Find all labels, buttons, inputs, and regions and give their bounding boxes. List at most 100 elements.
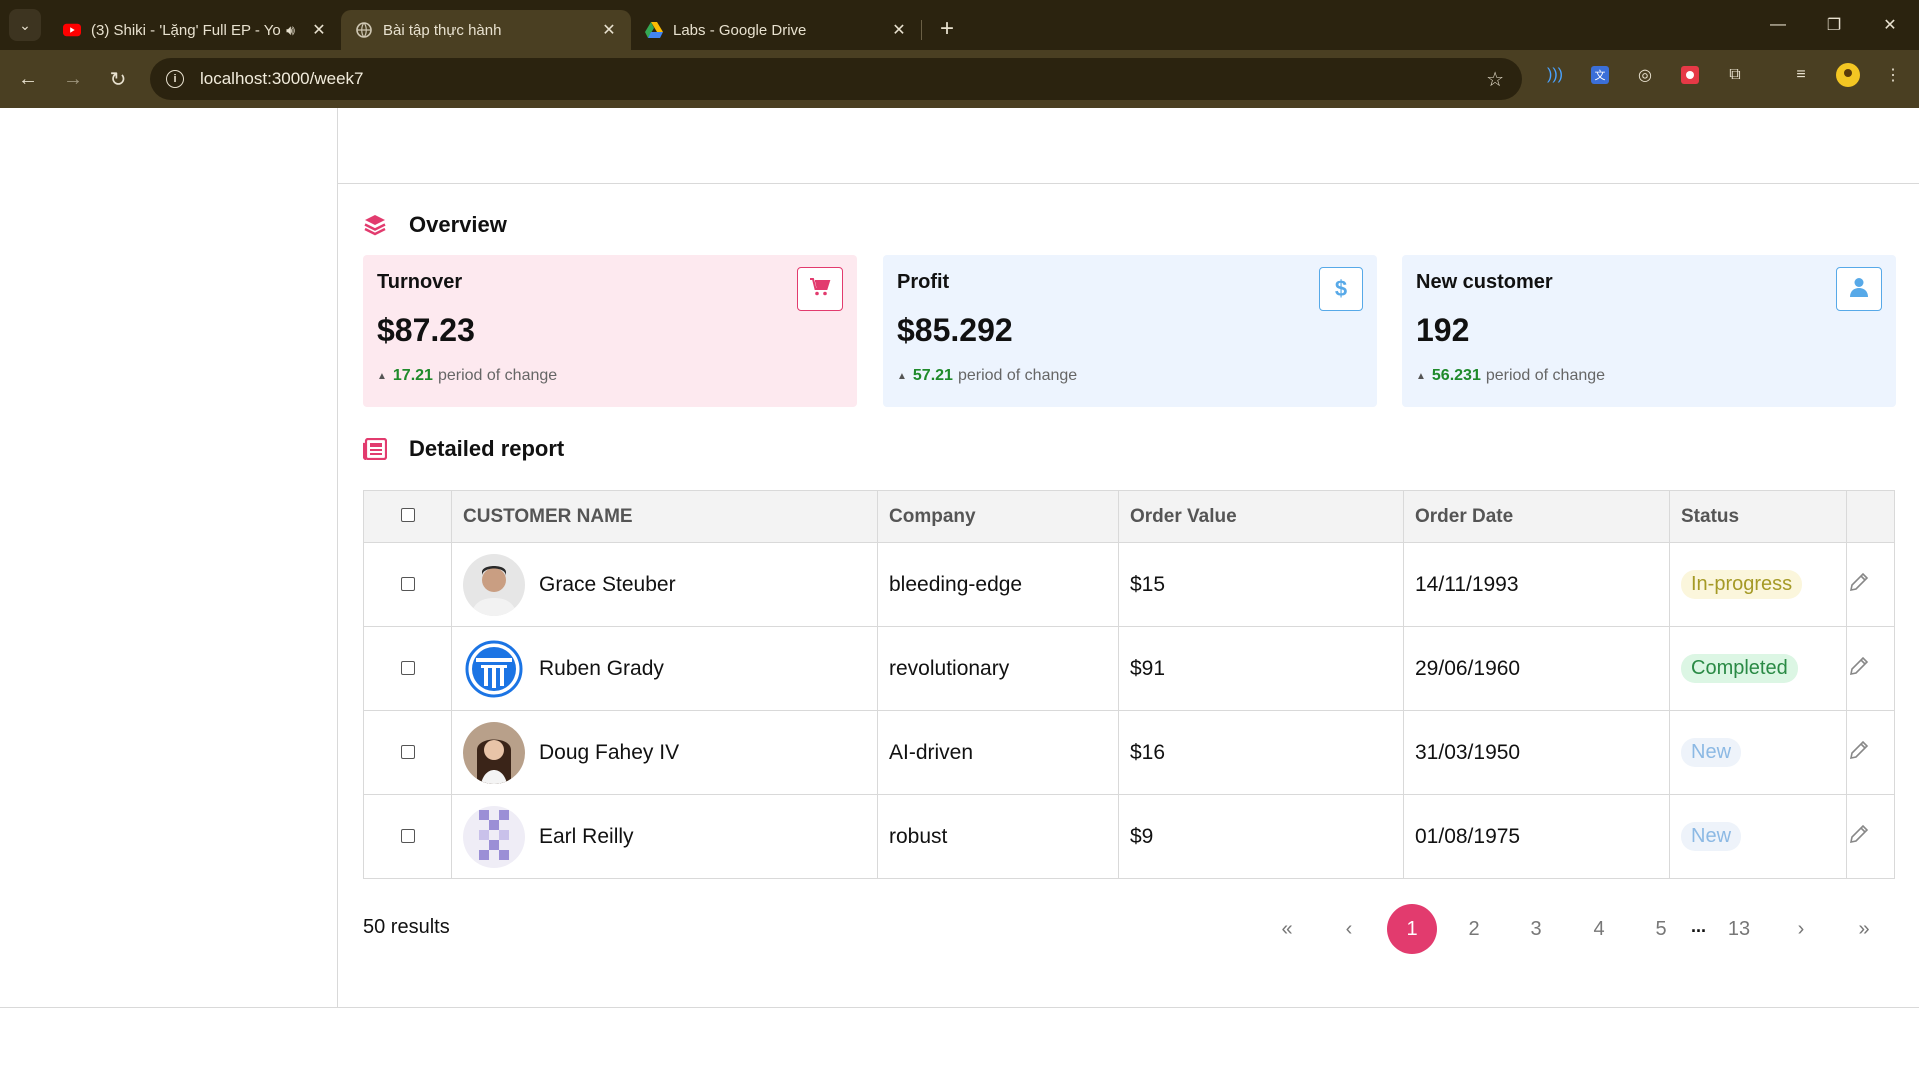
company-cell: revolutionary — [877, 626, 1119, 711]
tab-title: Labs - Google Drive — [673, 21, 807, 39]
card-title: New customer — [1416, 271, 1553, 293]
next-page-button[interactable]: › — [1776, 904, 1826, 954]
back-icon[interactable]: ← — [8, 59, 48, 99]
row-select-cell — [363, 542, 452, 627]
profit-card: Profit $85.292 ▲ 57.21 period of change … — [883, 255, 1377, 407]
first-page-button[interactable]: « — [1262, 904, 1312, 954]
row-select-cell — [363, 710, 452, 795]
tab-drive[interactable]: Labs - Google Drive ✕ — [631, 10, 921, 50]
order-value-cell: $91 — [1118, 626, 1404, 711]
google-drive-icon — [645, 21, 663, 39]
customer-cell: Ruben Grady — [451, 626, 878, 711]
avatar — [463, 553, 525, 616]
profile-avatar-icon[interactable] — [1835, 62, 1861, 88]
site-info-icon[interactable]: i — [166, 70, 184, 88]
page-button-1[interactable]: 1 — [1387, 904, 1437, 954]
speaker-icon[interactable]: 🔊︎ — [286, 22, 295, 39]
col-company[interactable]: Company — [877, 490, 1119, 543]
up-triangle-icon: ▲ — [1416, 370, 1426, 382]
new-tab-button[interactable]: + — [932, 15, 962, 43]
row-checkbox[interactable] — [400, 660, 415, 675]
card-value: 192 — [1416, 312, 1470, 348]
report-heading: Detailed report — [363, 436, 564, 462]
minimize-icon[interactable]: — — [1750, 0, 1806, 50]
red-extension-icon[interactable] — [1677, 62, 1703, 88]
edit-cell — [1846, 794, 1895, 879]
pagination-ellipsis: ... — [1691, 916, 1707, 936]
browser-menu-icon[interactable]: ⋮ — [1880, 62, 1906, 88]
user-button[interactable] — [1836, 267, 1882, 311]
close-tab-icon[interactable]: ✕ — [599, 20, 619, 40]
dollar-button[interactable]: $ — [1319, 267, 1363, 311]
sidebar-divider — [337, 108, 338, 1008]
tab-separator — [921, 20, 922, 40]
table-header-row: CUSTOMER NAME Company Order Value Order … — [363, 490, 1895, 543]
select-all-checkbox[interactable] — [400, 507, 415, 522]
target-extension-icon[interactable]: ◎ — [1632, 62, 1658, 88]
close-tab-icon[interactable]: ✕ — [309, 20, 329, 40]
edit-cell — [1846, 710, 1895, 795]
company-cell: AI-driven — [877, 710, 1119, 795]
new-customer-card: New customer 192 ▲ 56.231 period of chan… — [1402, 255, 1896, 407]
restore-icon[interactable]: ❐ — [1806, 0, 1862, 50]
row-checkbox[interactable] — [400, 744, 415, 759]
page-button-5[interactable]: 5 — [1636, 904, 1686, 954]
footer-divider — [0, 1007, 1919, 1008]
page-button-3[interactable]: 3 — [1511, 904, 1561, 954]
svg-text:文: 文 — [1595, 68, 1606, 82]
order-date-cell: 01/08/1975 — [1403, 794, 1670, 879]
up-triangle-icon: ▲ — [897, 370, 907, 382]
turnover-card: Turnover $87.23 ▲ 17.21 period of change — [363, 255, 857, 407]
status-badge: Completed — [1681, 654, 1798, 683]
customer-name: Earl Reilly — [539, 824, 634, 848]
tab-active[interactable]: Bài tập thực hành ✕ — [341, 10, 631, 50]
row-select-cell — [363, 794, 452, 879]
change-label: period of change — [1485, 367, 1606, 384]
tab-youtube[interactable]: (3) Shiki - 'Lặng' Full EP - Yo 🔊︎ ✕ — [49, 10, 341, 50]
avatar — [463, 637, 525, 700]
select-all-cell — [363, 490, 452, 543]
col-status[interactable]: Status — [1669, 490, 1847, 543]
reload-icon[interactable]: ↻ — [98, 59, 138, 99]
report-table: CUSTOMER NAME Company Order Value Order … — [363, 490, 1895, 879]
cart-button[interactable] — [797, 267, 843, 311]
customer-cell: Grace Steuber — [451, 542, 878, 627]
order-value-cell: $15 — [1118, 542, 1404, 627]
pencil-icon[interactable] — [1847, 572, 1871, 599]
edit-cell — [1846, 626, 1895, 711]
last-page-button[interactable]: » — [1839, 904, 1889, 954]
row-checkbox[interactable] — [400, 828, 415, 843]
pencil-icon[interactable] — [1847, 824, 1871, 851]
customer-cell: Earl Reilly — [451, 794, 878, 879]
card-change: ▲ 17.21 period of change — [377, 367, 843, 385]
extensions-puzzle-icon[interactable]: ⧉ — [1722, 62, 1748, 88]
address-bar[interactable]: i localhost:3000/week7 ☆ — [150, 58, 1522, 100]
card-title: Profit — [897, 271, 950, 293]
status-cell: New — [1669, 710, 1847, 795]
row-checkbox[interactable] — [400, 576, 415, 591]
media-control-icon[interactable]: ≡ — [1788, 62, 1814, 88]
status-badge: New — [1681, 822, 1742, 851]
pencil-icon[interactable] — [1847, 656, 1871, 683]
col-order-date[interactable]: Order Date — [1403, 490, 1670, 543]
prev-page-button[interactable]: ‹ — [1324, 904, 1374, 954]
order-date-cell: 31/03/1950 — [1403, 710, 1670, 795]
bookmark-star-icon[interactable]: ☆ — [1486, 67, 1504, 92]
url-text[interactable]: localhost:3000/week7 — [200, 69, 364, 89]
close-tab-icon[interactable]: ✕ — [889, 20, 909, 40]
overview-title: Overview — [409, 212, 507, 237]
pencil-icon[interactable] — [1847, 740, 1871, 767]
translate-extension-icon[interactable]: 文 — [1587, 62, 1613, 88]
window-close-icon[interactable]: ✕ — [1862, 0, 1918, 50]
page-button-last[interactable]: 13 — [1714, 904, 1764, 954]
company-cell: bleeding-edge — [877, 542, 1119, 627]
forward-icon[interactable]: → — [53, 59, 93, 99]
col-customer-name[interactable]: CUSTOMER NAME — [451, 490, 878, 543]
col-order-value[interactable]: Order Value — [1118, 490, 1404, 543]
status-badge: New — [1681, 738, 1742, 767]
page-button-2[interactable]: 2 — [1449, 904, 1499, 954]
page-button-4[interactable]: 4 — [1574, 904, 1624, 954]
user-icon — [1850, 277, 1868, 302]
read-aloud-extension-icon[interactable]: ))) — [1542, 62, 1568, 88]
tab-search-button[interactable]: ⌄ — [9, 9, 41, 41]
